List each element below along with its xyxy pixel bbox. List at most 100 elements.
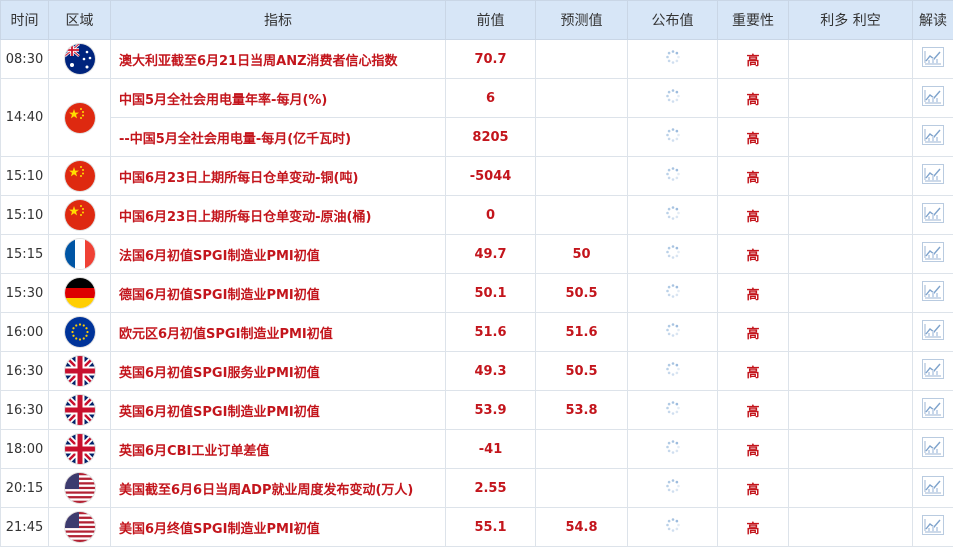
row-actual — [628, 313, 718, 352]
economic-calendar-table: 时间 区域 指标 前值 预测值 公布值 重要性 利多 利空 解读 08:30 澳… — [0, 0, 953, 547]
row-flag — [49, 352, 111, 391]
chart-icon[interactable] — [922, 515, 944, 539]
chart-icon[interactable] — [922, 203, 944, 227]
row-analysis[interactable] — [913, 430, 953, 469]
table-row: 18:00 英国6月CBI工业订单差值 -41 高 — [1, 430, 953, 469]
row-indicator-link[interactable]: 澳大利亚截至6月21日当周ANZ消费者信心指数 — [111, 40, 446, 79]
chart-icon[interactable] — [922, 320, 944, 344]
row-previous: 2.55 — [446, 469, 536, 508]
loading-spinner-icon — [665, 517, 681, 537]
row-impact — [789, 352, 913, 391]
chart-icon[interactable] — [922, 242, 944, 266]
row-analysis[interactable] — [913, 469, 953, 508]
chart-icon[interactable] — [922, 359, 944, 383]
row-indicator-link[interactable]: 法国6月初值SPGI制造业PMI初值 — [111, 235, 446, 274]
table-row: 16:00 欧元区6月初值SPGI制造业PMI初值 51.6 51.6 高 — [1, 313, 953, 352]
row-analysis[interactable] — [913, 157, 953, 196]
row-importance: 高 — [718, 391, 789, 430]
row-importance: 高 — [718, 274, 789, 313]
row-indicator-link[interactable]: 美国6月终值SPGI制造业PMI初值 — [111, 508, 446, 547]
row-actual — [628, 274, 718, 313]
row-previous: -5044 — [446, 157, 536, 196]
row-importance: 高 — [718, 508, 789, 547]
row-previous: 8205 — [446, 118, 536, 157]
row-flag — [49, 40, 111, 79]
header-indicator: 指标 — [111, 1, 446, 40]
row-actual — [628, 40, 718, 79]
header-analysis: 解读 — [913, 1, 953, 40]
row-actual — [628, 469, 718, 508]
row-impact — [789, 79, 913, 118]
row-indicator-link[interactable]: 中国6月23日上期所每日仓单变动-原油(桶) — [111, 196, 446, 235]
uk-flag-icon — [65, 356, 95, 386]
germany-flag-icon — [65, 278, 95, 308]
row-analysis[interactable] — [913, 40, 953, 79]
header-region: 区域 — [49, 1, 111, 40]
table-row: 16:30 英国6月初值SPGI制造业PMI初值 53.9 53.8 高 — [1, 391, 953, 430]
row-analysis[interactable] — [913, 391, 953, 430]
uk-flag-icon — [65, 434, 95, 464]
row-time: 14:40 — [1, 79, 49, 157]
row-indicator-link[interactable]: 英国6月初值SPGI服务业PMI初值 — [111, 352, 446, 391]
row-indicator-link[interactable]: 欧元区6月初值SPGI制造业PMI初值 — [111, 313, 446, 352]
row-previous: 49.7 — [446, 235, 536, 274]
row-forecast — [536, 118, 628, 157]
row-time: 16:30 — [1, 391, 49, 430]
row-importance: 高 — [718, 352, 789, 391]
row-flag — [49, 313, 111, 352]
row-analysis[interactable] — [913, 274, 953, 313]
row-time: 21:45 — [1, 508, 49, 547]
chart-icon[interactable] — [922, 437, 944, 461]
row-forecast — [536, 157, 628, 196]
row-indicator-link[interactable]: 德国6月初值SPGI制造业PMI初值 — [111, 274, 446, 313]
row-indicator-link[interactable]: 英国6月CBI工业订单差值 — [111, 430, 446, 469]
row-indicator-link[interactable]: 英国6月初值SPGI制造业PMI初值 — [111, 391, 446, 430]
table-row: 15:30 德国6月初值SPGI制造业PMI初值 50.1 50.5 高 — [1, 274, 953, 313]
row-actual — [628, 391, 718, 430]
row-indicator-link[interactable]: 美国截至6月6日当周ADP就业周度发布变动(万人) — [111, 469, 446, 508]
row-indicator-link[interactable]: 中国5月全社会用电量年率-每月(%) — [111, 79, 446, 118]
row-indicator-link[interactable]: 中国6月23日上期所每日仓单变动-铜(吨) — [111, 157, 446, 196]
row-analysis[interactable] — [913, 313, 953, 352]
row-analysis[interactable] — [913, 79, 953, 118]
chart-icon[interactable] — [922, 125, 944, 149]
loading-spinner-icon — [665, 322, 681, 342]
row-analysis[interactable] — [913, 118, 953, 157]
row-time: 16:00 — [1, 313, 49, 352]
row-flag — [49, 79, 111, 157]
row-actual — [628, 79, 718, 118]
chart-icon[interactable] — [922, 164, 944, 188]
row-importance: 高 — [718, 118, 789, 157]
row-indicator-link[interactable]: --中国5月全社会用电量-每月(亿千瓦时) — [111, 118, 446, 157]
chart-icon[interactable] — [922, 281, 944, 305]
row-flag — [49, 157, 111, 196]
loading-spinner-icon — [665, 205, 681, 225]
chart-icon[interactable] — [922, 86, 944, 110]
france-flag-icon — [65, 239, 95, 269]
chart-icon[interactable] — [922, 476, 944, 500]
row-flag — [49, 430, 111, 469]
row-forecast: 50.5 — [536, 352, 628, 391]
row-time: 16:30 — [1, 352, 49, 391]
row-previous: 53.9 — [446, 391, 536, 430]
row-flag — [49, 391, 111, 430]
row-analysis[interactable] — [913, 196, 953, 235]
row-analysis[interactable] — [913, 508, 953, 547]
row-impact — [789, 40, 913, 79]
row-analysis[interactable] — [913, 352, 953, 391]
row-forecast — [536, 40, 628, 79]
row-time: 15:15 — [1, 235, 49, 274]
row-impact — [789, 274, 913, 313]
table-row: 16:30 英国6月初值SPGI服务业PMI初值 49.3 50.5 高 — [1, 352, 953, 391]
loading-spinner-icon — [665, 49, 681, 69]
loading-spinner-icon — [665, 244, 681, 264]
row-actual — [628, 235, 718, 274]
china-flag-icon — [65, 161, 95, 191]
chart-icon[interactable] — [922, 47, 944, 71]
row-time: 15:10 — [1, 196, 49, 235]
row-previous: 51.6 — [446, 313, 536, 352]
row-flag — [49, 274, 111, 313]
chart-icon[interactable] — [922, 398, 944, 422]
header-time: 时间 — [1, 1, 49, 40]
row-analysis[interactable] — [913, 235, 953, 274]
